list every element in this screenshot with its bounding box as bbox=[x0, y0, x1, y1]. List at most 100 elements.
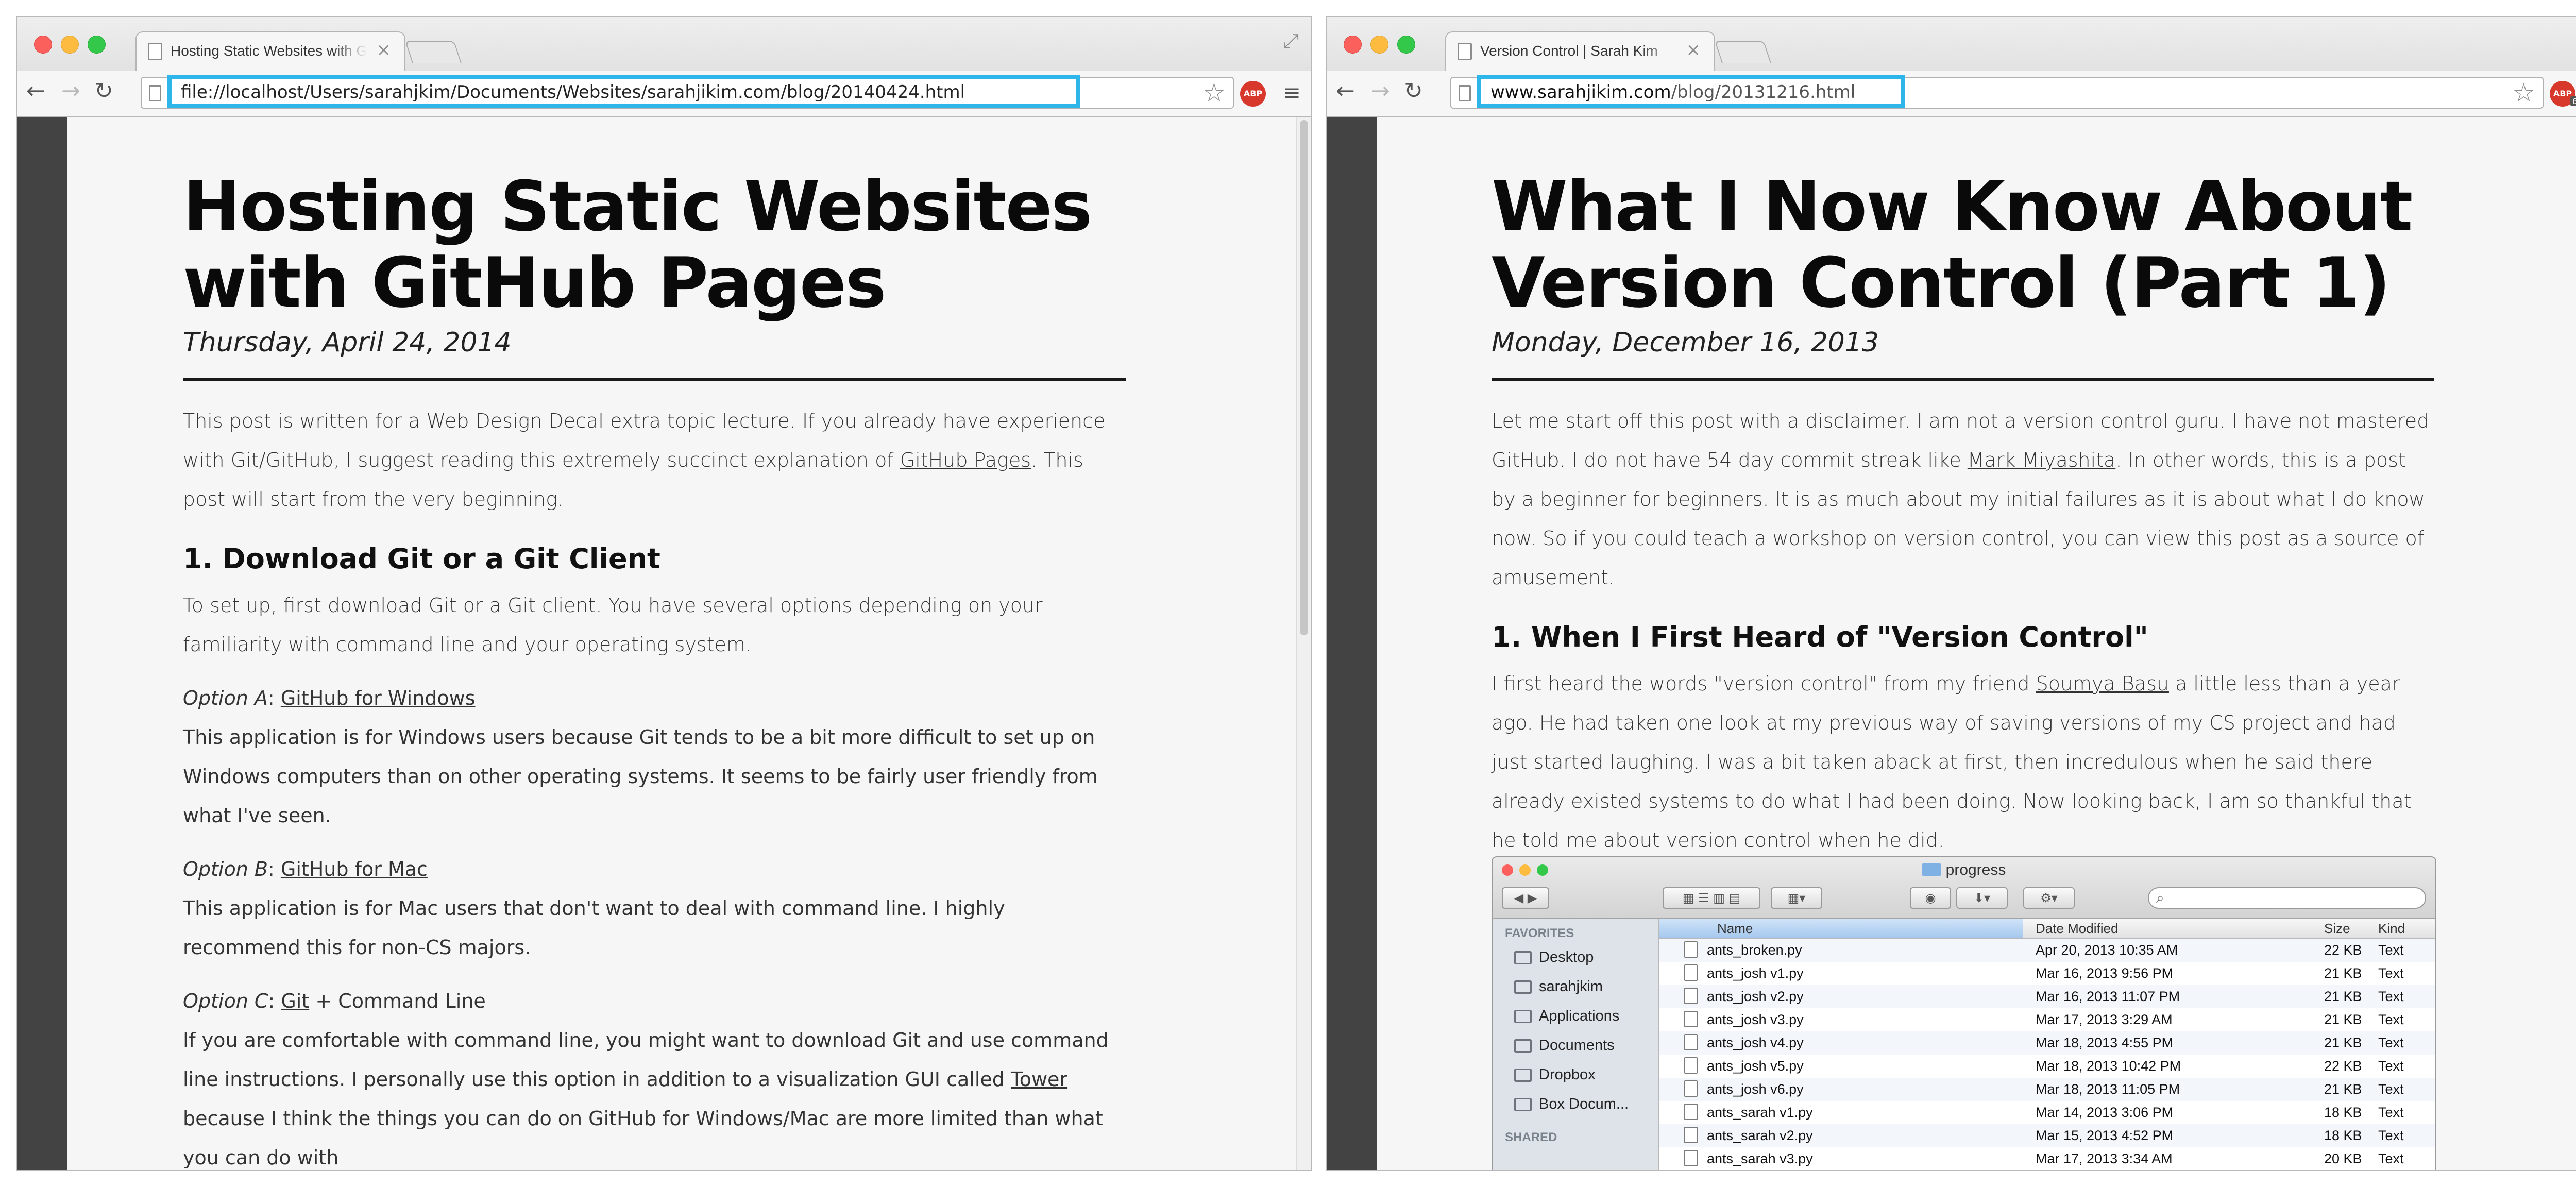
file-date: Mar 16, 2013 11:07 PM bbox=[2036, 989, 2180, 1004]
address-bar[interactable]: file://localhost/Users/sarahjkim/Documen… bbox=[141, 75, 1234, 109]
file-name-cell: ants_sarah v1.py bbox=[1684, 1101, 1813, 1124]
scrollbar[interactable] bbox=[1296, 117, 1311, 1170]
mark-miyashita-link[interactable]: Mark Miyashita bbox=[1968, 449, 2116, 471]
close-icon[interactable]: × bbox=[377, 40, 392, 60]
home-icon bbox=[1514, 980, 1532, 994]
file-icon bbox=[1684, 1127, 1698, 1143]
github-for-windows-link[interactable]: GitHub for Windows bbox=[281, 687, 476, 709]
title-line-1: What I Now Know About bbox=[1492, 166, 2413, 247]
address-bar[interactable]: www.sarahjikim.com/blog/20131216.html ☆ bbox=[1450, 75, 2544, 109]
sidebar-item-label: sarahjkim bbox=[1539, 978, 1603, 995]
star-icon[interactable]: ☆ bbox=[2512, 78, 2535, 108]
page-icon bbox=[149, 85, 161, 101]
zoom-window-button[interactable] bbox=[88, 36, 106, 54]
divider bbox=[183, 378, 1126, 381]
file-name: ants_josh v5.py bbox=[1707, 1058, 1804, 1074]
finder-arrange-button: ▦▾ bbox=[1771, 887, 1822, 909]
forward-arrow-icon[interactable]: → bbox=[61, 80, 80, 103]
dropbox-icon bbox=[1514, 1069, 1532, 1082]
search-icon: ⌕ bbox=[2156, 889, 2164, 906]
file-size: 18 KB bbox=[2324, 1105, 2362, 1120]
close-window-button[interactable] bbox=[34, 36, 52, 54]
reload-icon[interactable]: ↻ bbox=[1404, 80, 1423, 103]
file-icon bbox=[1684, 1011, 1698, 1027]
column-kind: Kind bbox=[2378, 921, 2405, 936]
github-for-mac-link[interactable]: GitHub for Mac bbox=[281, 858, 428, 880]
toolbar: ← → ↻ file://localhost/Users/sarahjkim/D… bbox=[17, 71, 1311, 117]
close-window-button[interactable] bbox=[1344, 36, 1362, 54]
blog-post: Hosting Static Websites with GitHub Page… bbox=[183, 117, 1126, 1170]
file-size: 22 KB bbox=[2324, 942, 2362, 958]
adblock-icon[interactable]: ABP bbox=[1240, 81, 1266, 107]
folder-icon bbox=[1514, 1098, 1532, 1111]
desktop-icon bbox=[1514, 951, 1532, 964]
sidebar-item-label: Desktop bbox=[1539, 949, 1594, 965]
scrollbar-thumb[interactable] bbox=[1300, 120, 1308, 635]
tower-link[interactable]: Tower bbox=[1011, 1068, 1067, 1091]
sorted-column-highlight bbox=[1659, 919, 2023, 938]
url-text[interactable]: file://localhost/Users/sarahjkim/Documen… bbox=[181, 82, 965, 103]
zoom-window-button[interactable] bbox=[1397, 36, 1415, 54]
git-link[interactable]: Git bbox=[281, 990, 309, 1012]
file-date: Mar 17, 2013 3:34 AM bbox=[2036, 1151, 2173, 1166]
intro-paragraph: Let me start off this post with a discla… bbox=[1492, 401, 2434, 597]
file-name: ants_sarah v3.py bbox=[1707, 1151, 1813, 1166]
new-tab-button[interactable] bbox=[1714, 41, 1772, 63]
option-colon: : bbox=[267, 687, 281, 709]
new-tab-button[interactable] bbox=[404, 41, 462, 63]
file-icon bbox=[1684, 1104, 1698, 1120]
github-pages-link[interactable]: GitHub Pages bbox=[900, 449, 1031, 471]
file-size: 21 KB bbox=[2324, 1035, 2362, 1050]
forward-arrow-icon[interactable]: → bbox=[1371, 80, 1390, 103]
fullscreen-icon[interactable]: ⤢ bbox=[1283, 29, 1299, 53]
sidebar-item-label: Box Docum... bbox=[1539, 1096, 1629, 1112]
minimize-window-button[interactable] bbox=[61, 36, 79, 54]
story-paragraph: I first heard the words "version control… bbox=[1492, 664, 2434, 860]
file-date: Mar 14, 2013 3:06 PM bbox=[2036, 1105, 2174, 1120]
close-icon[interactable]: × bbox=[1686, 40, 1701, 60]
sidebar-item-dropbox: Dropbox bbox=[1493, 1060, 1658, 1090]
soumya-basu-link[interactable]: Soumya Basu bbox=[2036, 672, 2169, 695]
file-rows: ants_broken.py Apr 20, 2013 10:35 AM 22 KB… bbox=[1659, 939, 2435, 1170]
tab-active[interactable]: Version Control | Sarah Kim × bbox=[1445, 31, 1715, 72]
url-text[interactable]: www.sarahjikim.com/blog/20131216.html bbox=[1490, 82, 1855, 103]
file-row: ants_josh v2.py Mar 16, 2013 11:07 PM 21 K… bbox=[1659, 985, 2435, 1008]
page-content[interactable]: What I Now Know About Version Control (P… bbox=[1327, 117, 2576, 1170]
file-kind: Text bbox=[2378, 942, 2404, 958]
sidebar-item-label: Dropbox bbox=[1539, 1066, 1596, 1083]
sidebar-item-applications: Applications bbox=[1493, 1002, 1658, 1031]
page-content[interactable]: Hosting Static Websites with GitHub Page… bbox=[17, 117, 1311, 1170]
column-name: Name bbox=[1717, 921, 1753, 936]
minimize-window-button[interactable] bbox=[1370, 36, 1388, 54]
file-size: 21 KB bbox=[2324, 1081, 2362, 1097]
url-domain: www.sarahjikim.com bbox=[1490, 82, 1671, 103]
title-line-1: Hosting Static Websites bbox=[183, 166, 1092, 247]
menu-icon[interactable]: ≡ bbox=[1283, 82, 1301, 104]
back-arrow-icon[interactable]: ← bbox=[1336, 80, 1355, 103]
file-kind: Text bbox=[2378, 1058, 2404, 1074]
browser-window-left: Hosting Static Websites with GitHub Page… bbox=[17, 17, 1311, 1170]
back-arrow-icon[interactable]: ← bbox=[26, 80, 45, 103]
option-colon: : bbox=[267, 858, 281, 880]
file-size: 20 KB bbox=[2324, 1151, 2362, 1166]
page-icon bbox=[148, 43, 162, 60]
finder-title-text: progress bbox=[1945, 861, 2006, 878]
file-size: 22 KB bbox=[2324, 1058, 2362, 1074]
file-row: ants_josh v1.py Mar 16, 2013 9:56 PM 21 KB… bbox=[1659, 962, 2435, 985]
tab-active[interactable]: Hosting Static Websites with GitHub Page… bbox=[135, 31, 405, 72]
toolbar: ← → ↻ www.sarahjikim.com/blog/20131216.h… bbox=[1327, 71, 2576, 117]
column-size: Size bbox=[2324, 921, 2350, 936]
option-a: Option A: GitHub for Windows This applica… bbox=[183, 679, 1126, 835]
file-name-cell: ants_sarah v3.py bbox=[1684, 1147, 1813, 1170]
shared-label: SHARED bbox=[1505, 1130, 1557, 1144]
sidebar-item-desktop: Desktop bbox=[1493, 943, 1658, 972]
file-row: ants_josh v6.py Mar 18, 2013 11:05 PM 21 K… bbox=[1659, 1078, 2435, 1101]
option-c: Option C: Git + Command Line If you are c… bbox=[183, 981, 1126, 1170]
star-icon[interactable]: ☆ bbox=[1202, 78, 1226, 108]
finder-file-list: Name Date Modified Size Kind ants_broken… bbox=[1659, 919, 2435, 1170]
setup-paragraph: To set up, first download Git or a Git c… bbox=[183, 594, 1043, 656]
file-name-cell: ants_josh v1.py bbox=[1684, 962, 1804, 985]
option-colon: : bbox=[268, 990, 281, 1012]
file-row: ants_sarah v1.py Mar 14, 2013 3:06 PM 18 K… bbox=[1659, 1101, 2435, 1124]
reload-icon[interactable]: ↻ bbox=[94, 80, 113, 103]
